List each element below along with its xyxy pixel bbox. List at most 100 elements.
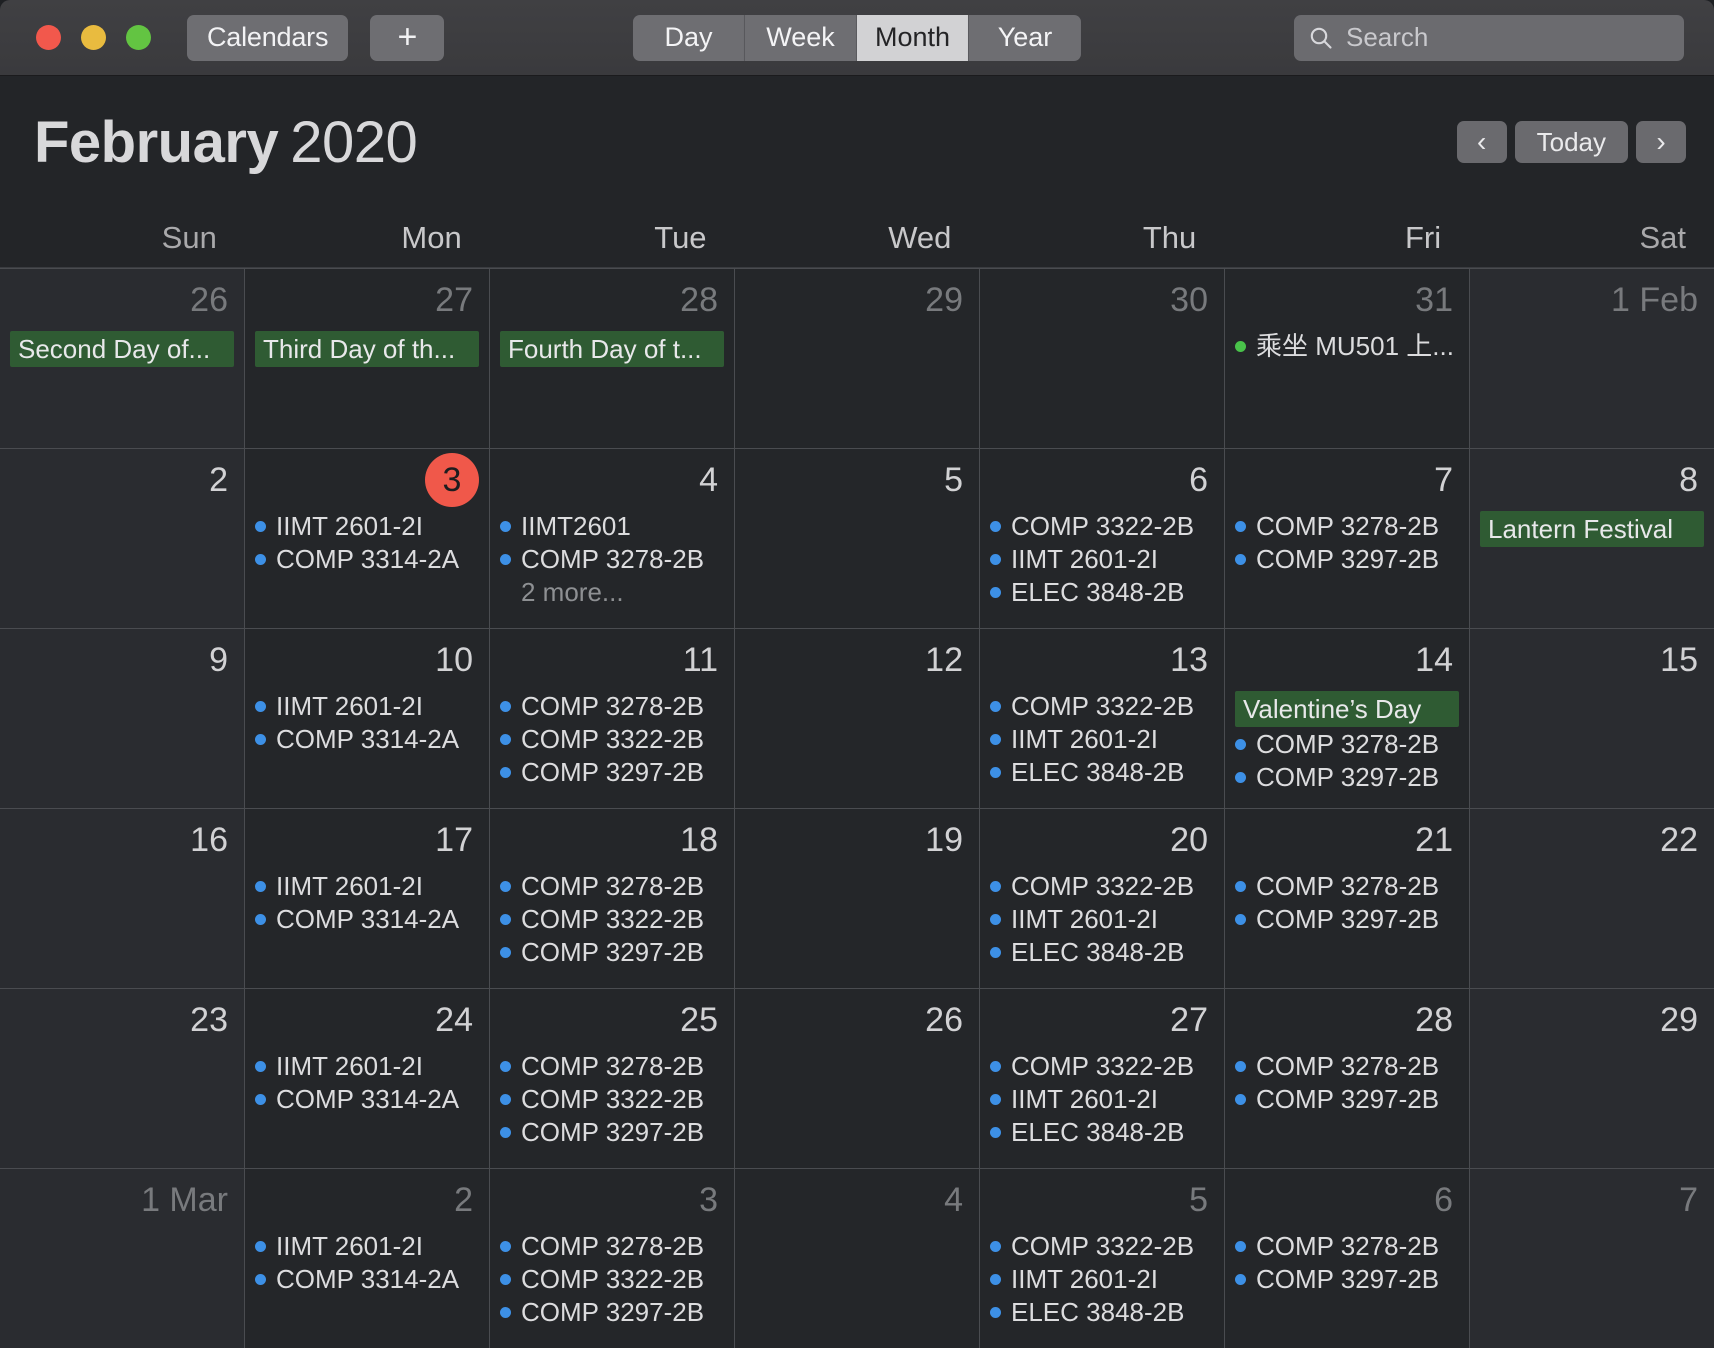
close-button[interactable] — [36, 25, 61, 50]
calendar-event[interactable]: IIMT 2601-2I — [990, 724, 1214, 755]
calendar-event[interactable]: IIMT2601 — [500, 511, 724, 542]
day-cell[interactable]: 13 COMP 3322-2B IIMT 2601-2I ELEC 3848-2B — [980, 629, 1224, 808]
day-cell[interactable]: 1 Mar — [0, 1169, 244, 1348]
calendar-event[interactable]: COMP 3322-2B — [500, 1084, 724, 1115]
day-cell[interactable]: 24 IIMT 2601-2I COMP 3314-2A — [245, 989, 489, 1168]
day-cell[interactable]: 16 — [0, 809, 244, 988]
day-cell[interactable]: 25 COMP 3278-2B COMP 3322-2B COMP 3297-2B — [490, 989, 734, 1168]
day-cell[interactable]: 6 COMP 3278-2B COMP 3297-2B — [1225, 1169, 1469, 1348]
tab-month[interactable]: Month — [856, 14, 970, 61]
calendar-event[interactable]: COMP 3278-2B — [500, 1231, 724, 1262]
day-cell[interactable]: 23 — [0, 989, 244, 1168]
calendar-event[interactable]: IIMT 2601-2I — [990, 1084, 1214, 1115]
day-cell[interactable]: 7 — [1470, 1169, 1714, 1348]
holiday-event[interactable]: Valentine’s Day — [1235, 691, 1459, 727]
day-cell[interactable]: 27 Third Day of th... — [245, 269, 489, 448]
calendar-event[interactable]: COMP 3322-2B — [990, 871, 1214, 902]
calendar-event[interactable]: COMP 3314-2A — [255, 724, 479, 755]
calendar-event[interactable]: COMP 3278-2B — [1235, 1051, 1459, 1082]
calendar-event[interactable]: COMP 3278-2B — [1235, 1231, 1459, 1262]
search-field[interactable]: Search — [1294, 14, 1684, 61]
holiday-event[interactable]: Lantern Festival — [1480, 511, 1704, 547]
calendar-event[interactable]: IIMT 2601-2I — [255, 1051, 479, 1082]
calendar-event[interactable]: COMP 3297-2B — [500, 937, 724, 968]
day-cell[interactable]: 3 IIMT 2601-2I COMP 3314-2A — [245, 449, 489, 628]
calendar-event[interactable]: COMP 3278-2B — [500, 871, 724, 902]
tab-week[interactable]: Week — [745, 14, 857, 61]
calendar-event[interactable]: COMP 3322-2B — [500, 1264, 724, 1295]
calendar-event[interactable]: COMP 3322-2B — [500, 724, 724, 755]
calendar-event[interactable]: COMP 3314-2A — [255, 1084, 479, 1115]
calendar-event[interactable]: COMP 3322-2B — [990, 691, 1214, 722]
calendar-event[interactable]: COMP 3278-2B — [500, 691, 724, 722]
day-cell[interactable]: 28 COMP 3278-2B COMP 3297-2B — [1225, 989, 1469, 1168]
holiday-event[interactable]: Third Day of th... — [255, 331, 479, 367]
calendar-event[interactable]: COMP 3297-2B — [1235, 904, 1459, 935]
day-cell[interactable]: 4 IIMT2601 COMP 3278-2B 2 more... — [490, 449, 734, 628]
day-cell[interactable]: 21 COMP 3278-2B COMP 3297-2B — [1225, 809, 1469, 988]
zoom-button[interactable] — [126, 25, 151, 50]
calendar-event[interactable]: IIMT 2601-2I — [990, 544, 1214, 575]
today-button[interactable]: Today — [1514, 121, 1628, 163]
day-cell[interactable]: 2 IIMT 2601-2I COMP 3314-2A — [245, 1169, 489, 1348]
calendar-event[interactable]: IIMT 2601-2I — [255, 691, 479, 722]
calendar-event[interactable]: ELEC 3848-2B — [990, 1297, 1214, 1328]
calendar-event[interactable]: ELEC 3848-2B — [990, 937, 1214, 968]
day-cell[interactable]: 15 — [1470, 629, 1714, 808]
calendar-event[interactable]: ELEC 3848-2B — [990, 577, 1214, 608]
day-cell[interactable]: 30 — [980, 269, 1224, 448]
calendar-event[interactable]: COMP 3297-2B — [500, 757, 724, 788]
add-event-button[interactable]: + — [370, 14, 445, 61]
next-month-button[interactable]: › — [1636, 121, 1686, 163]
calendar-event[interactable]: COMP 3278-2B — [500, 1051, 724, 1082]
day-cell[interactable]: 27 COMP 3322-2B IIMT 2601-2I ELEC 3848-2B — [980, 989, 1224, 1168]
day-cell[interactable]: 11 COMP 3278-2B COMP 3322-2B COMP 3297-2B — [490, 629, 734, 808]
day-cell[interactable]: 1 Feb — [1470, 269, 1714, 448]
calendar-event[interactable]: IIMT 2601-2I — [990, 904, 1214, 935]
calendar-event[interactable]: COMP 3314-2A — [255, 544, 479, 575]
calendar-event[interactable]: COMP 3278-2B — [1235, 871, 1459, 902]
calendar-event[interactable]: IIMT 2601-2I — [255, 1231, 479, 1262]
day-cell[interactable]: 12 — [735, 629, 979, 808]
calendar-event[interactable]: IIMT 2601-2I — [255, 511, 479, 542]
day-cell[interactable]: 5 — [735, 449, 979, 628]
day-cell[interactable]: 5 COMP 3322-2B IIMT 2601-2I ELEC 3848-2B — [980, 1169, 1224, 1348]
holiday-event[interactable]: Second Day of... — [10, 331, 234, 367]
calendar-event[interactable]: COMP 3297-2B — [500, 1117, 724, 1148]
day-cell[interactable]: 2 — [0, 449, 244, 628]
day-cell[interactable]: 8 Lantern Festival — [1470, 449, 1714, 628]
day-cell[interactable]: 6 COMP 3322-2B IIMT 2601-2I ELEC 3848-2B — [980, 449, 1224, 628]
day-cell[interactable]: 29 — [735, 269, 979, 448]
calendar-event[interactable]: COMP 3278-2B — [500, 544, 724, 575]
calendar-event[interactable]: COMP 3322-2B — [990, 1231, 1214, 1262]
day-cell[interactable]: 20 COMP 3322-2B IIMT 2601-2I ELEC 3848-2B — [980, 809, 1224, 988]
calendars-button[interactable]: Calendars — [187, 14, 349, 61]
calendar-event[interactable]: COMP 3297-2B — [500, 1297, 724, 1328]
calendar-event[interactable]: COMP 3297-2B — [1235, 544, 1459, 575]
holiday-event[interactable]: Fourth Day of t... — [500, 331, 724, 367]
calendar-event[interactable]: COMP 3314-2A — [255, 904, 479, 935]
previous-month-button[interactable]: ‹ — [1456, 121, 1507, 163]
calendar-event[interactable]: ELEC 3848-2B — [990, 757, 1214, 788]
calendar-event[interactable]: COMP 3297-2B — [1235, 762, 1459, 793]
day-cell[interactable]: 28 Fourth Day of t... — [490, 269, 734, 448]
calendar-event[interactable]: COMP 3297-2B — [1235, 1264, 1459, 1295]
day-cell[interactable]: 22 — [1470, 809, 1714, 988]
day-cell[interactable]: 29 — [1470, 989, 1714, 1168]
calendar-event[interactable]: COMP 3314-2A — [255, 1264, 479, 1295]
day-cell[interactable]: 3 COMP 3278-2B COMP 3322-2B COMP 3297-2B — [490, 1169, 734, 1348]
day-cell[interactable]: 26 Second Day of... — [0, 269, 244, 448]
more-events-link[interactable]: 2 more... — [500, 577, 724, 608]
tab-day[interactable]: Day — [633, 14, 745, 61]
calendar-event[interactable]: COMP 3322-2B — [990, 1051, 1214, 1082]
day-cell[interactable]: 17 IIMT 2601-2I COMP 3314-2A — [245, 809, 489, 988]
day-cell[interactable]: 9 — [0, 629, 244, 808]
calendar-event[interactable]: COMP 3278-2B — [1235, 511, 1459, 542]
day-cell[interactable]: 4 — [735, 1169, 979, 1348]
calendar-event[interactable]: COMP 3297-2B — [1235, 1084, 1459, 1115]
calendar-event[interactable]: COMP 3322-2B — [990, 511, 1214, 542]
calendar-event[interactable]: COMP 3322-2B — [500, 904, 724, 935]
calendar-event[interactable]: COMP 3278-2B — [1235, 729, 1459, 760]
calendar-event[interactable]: ELEC 3848-2B — [990, 1117, 1214, 1148]
day-cell[interactable]: 7 COMP 3278-2B COMP 3297-2B — [1225, 449, 1469, 628]
